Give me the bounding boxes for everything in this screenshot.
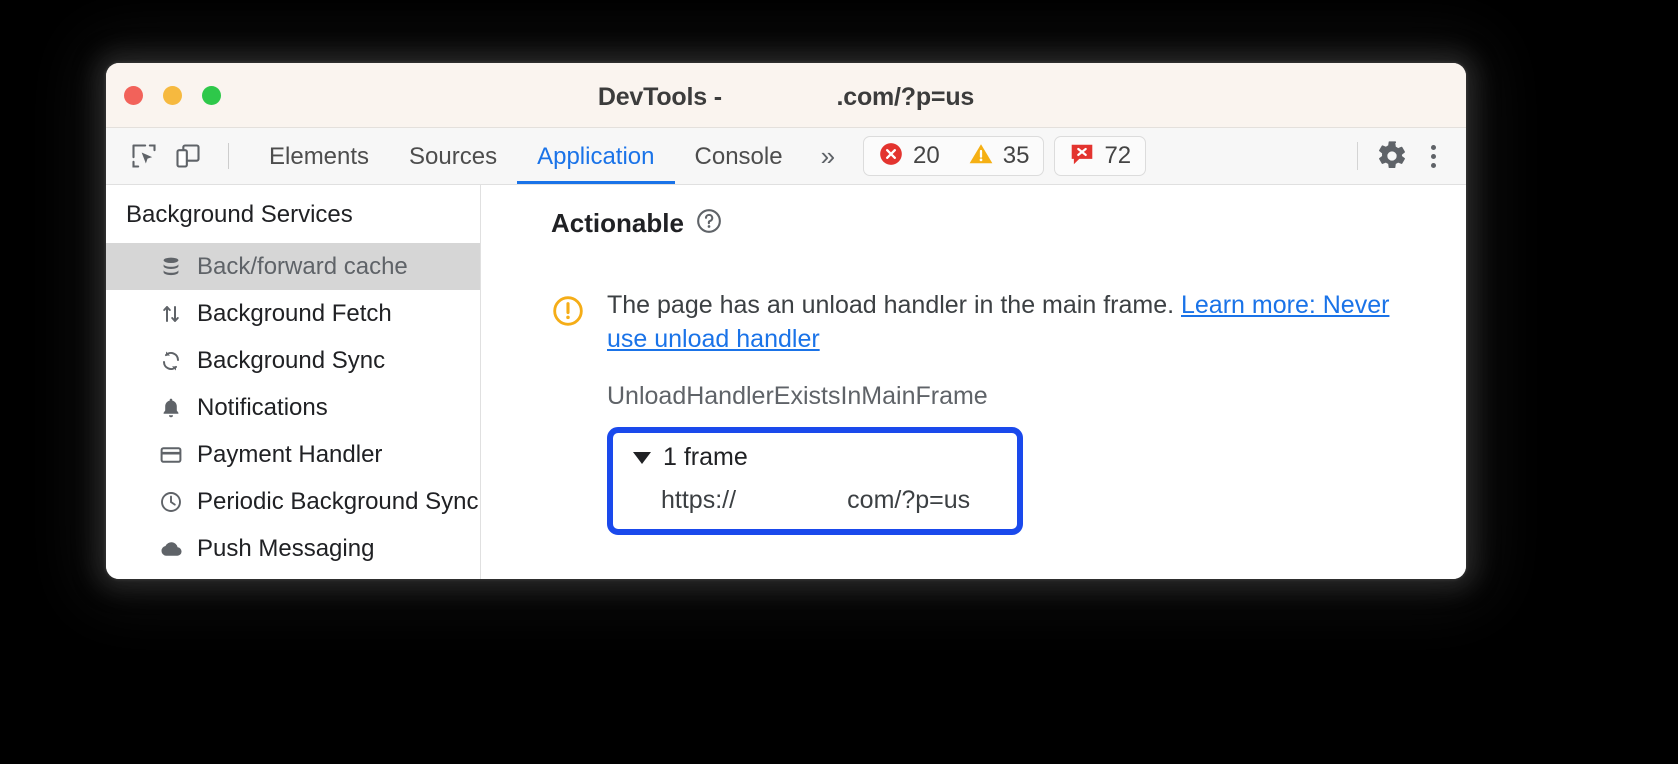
cloud-icon [158, 536, 184, 562]
frame-count-label: 1 frame [663, 443, 748, 471]
tab-application[interactable]: Application [517, 129, 674, 184]
help-circle-icon[interactable] [695, 207, 723, 240]
issue-row: The page has an unload handler in the ma… [551, 288, 1466, 535]
tab-elements[interactable]: Elements [249, 129, 389, 184]
toolbar-divider [228, 143, 229, 169]
issue-details: The page has an unload handler in the ma… [607, 288, 1407, 535]
sidebar-item-label: Notifications [197, 393, 328, 421]
inspect-element-icon[interactable] [126, 138, 162, 174]
warning-circle-icon [551, 288, 585, 535]
window-titlebar: DevTools - .com/?p=us [106, 63, 1466, 128]
clock-icon [158, 489, 184, 515]
issue-message: The page has an unload handler in the ma… [607, 288, 1407, 356]
credit-card-icon [158, 442, 184, 468]
frame-tree-toggle[interactable]: 1 frame [613, 443, 1017, 472]
page-title: Actionable [551, 208, 684, 238]
device-toolbar-icon[interactable] [170, 138, 206, 174]
sidebar-section-header: Background Services [126, 201, 353, 228]
sidebar-item-label: Background Fetch [197, 299, 392, 327]
warning-icon [968, 141, 994, 172]
actionable-section-header: Actionable [551, 207, 1466, 240]
console-counters[interactable]: 20 35 [863, 136, 1045, 176]
toolbar-divider-right [1357, 142, 1358, 170]
issues-count: 72 [1104, 142, 1132, 169]
bell-icon [158, 395, 184, 421]
devtools-toolbar: Elements Sources Application Console » 2… [106, 128, 1466, 185]
tab-sources[interactable]: Sources [389, 129, 517, 184]
issues-counter[interactable]: 72 [1054, 136, 1147, 176]
error-icon [878, 141, 904, 172]
error-count: 20 [913, 142, 940, 169]
issue-message-text: The page has an unload handler in the ma… [607, 291, 1181, 319]
gear-icon[interactable] [1374, 138, 1410, 174]
chevron-down-icon[interactable] [633, 451, 651, 464]
warning-count: 35 [1002, 142, 1030, 169]
toolbar-right-group [1341, 138, 1466, 174]
sidebar-item-back-forward-cache[interactable]: Back/forward cache [106, 243, 480, 290]
sidebar-item-label: Periodic Background Sync [197, 487, 479, 515]
sidebar-item-label: Back/forward cache [197, 252, 408, 280]
devtools-content: Background Services Back/forward cache B… [106, 185, 1466, 579]
sidebar-item-background-sync[interactable]: Background Sync [106, 337, 480, 384]
sidebar-item-payment-handler[interactable]: Payment Handler [106, 431, 480, 478]
devtools-window: DevTools - .com/?p=us Elements Sources A… [106, 63, 1466, 579]
sidebar-item-notifications[interactable]: Notifications [106, 384, 480, 431]
frame-tree-highlight: 1 frame https:// com/?p=us [607, 427, 1023, 535]
tab-console[interactable]: Console [675, 129, 803, 184]
arrows-up-down-icon [158, 301, 184, 327]
bfcache-reason-code: UnloadHandlerExistsInMainFrame [607, 382, 988, 410]
sidebar-item-periodic-background-sync[interactable]: Periodic Background Sync [106, 478, 480, 525]
window-title: DevTools - .com/?p=us [597, 83, 975, 111]
sync-icon [158, 348, 184, 374]
more-options-icon[interactable] [1418, 138, 1448, 174]
sidebar-item-push-messaging[interactable]: Push Messaging [106, 525, 480, 572]
sidebar-item-background-fetch[interactable]: Background Fetch [106, 290, 480, 337]
sidebar-item-label: Background Sync [197, 346, 386, 374]
frame-url[interactable]: https:// com/?p=us [613, 486, 1017, 515]
more-tabs-icon[interactable]: » [803, 143, 853, 169]
sidebar-item-label: Payment Handler [197, 440, 383, 468]
sidebar-item-label: Push Messaging [197, 534, 375, 562]
application-sidebar: Background Services Back/forward cache B… [106, 185, 481, 579]
database-icon [158, 254, 184, 280]
bfcache-panel: Actionable The page has an unload handle… [481, 185, 1466, 579]
issue-bubble-icon [1069, 141, 1095, 172]
